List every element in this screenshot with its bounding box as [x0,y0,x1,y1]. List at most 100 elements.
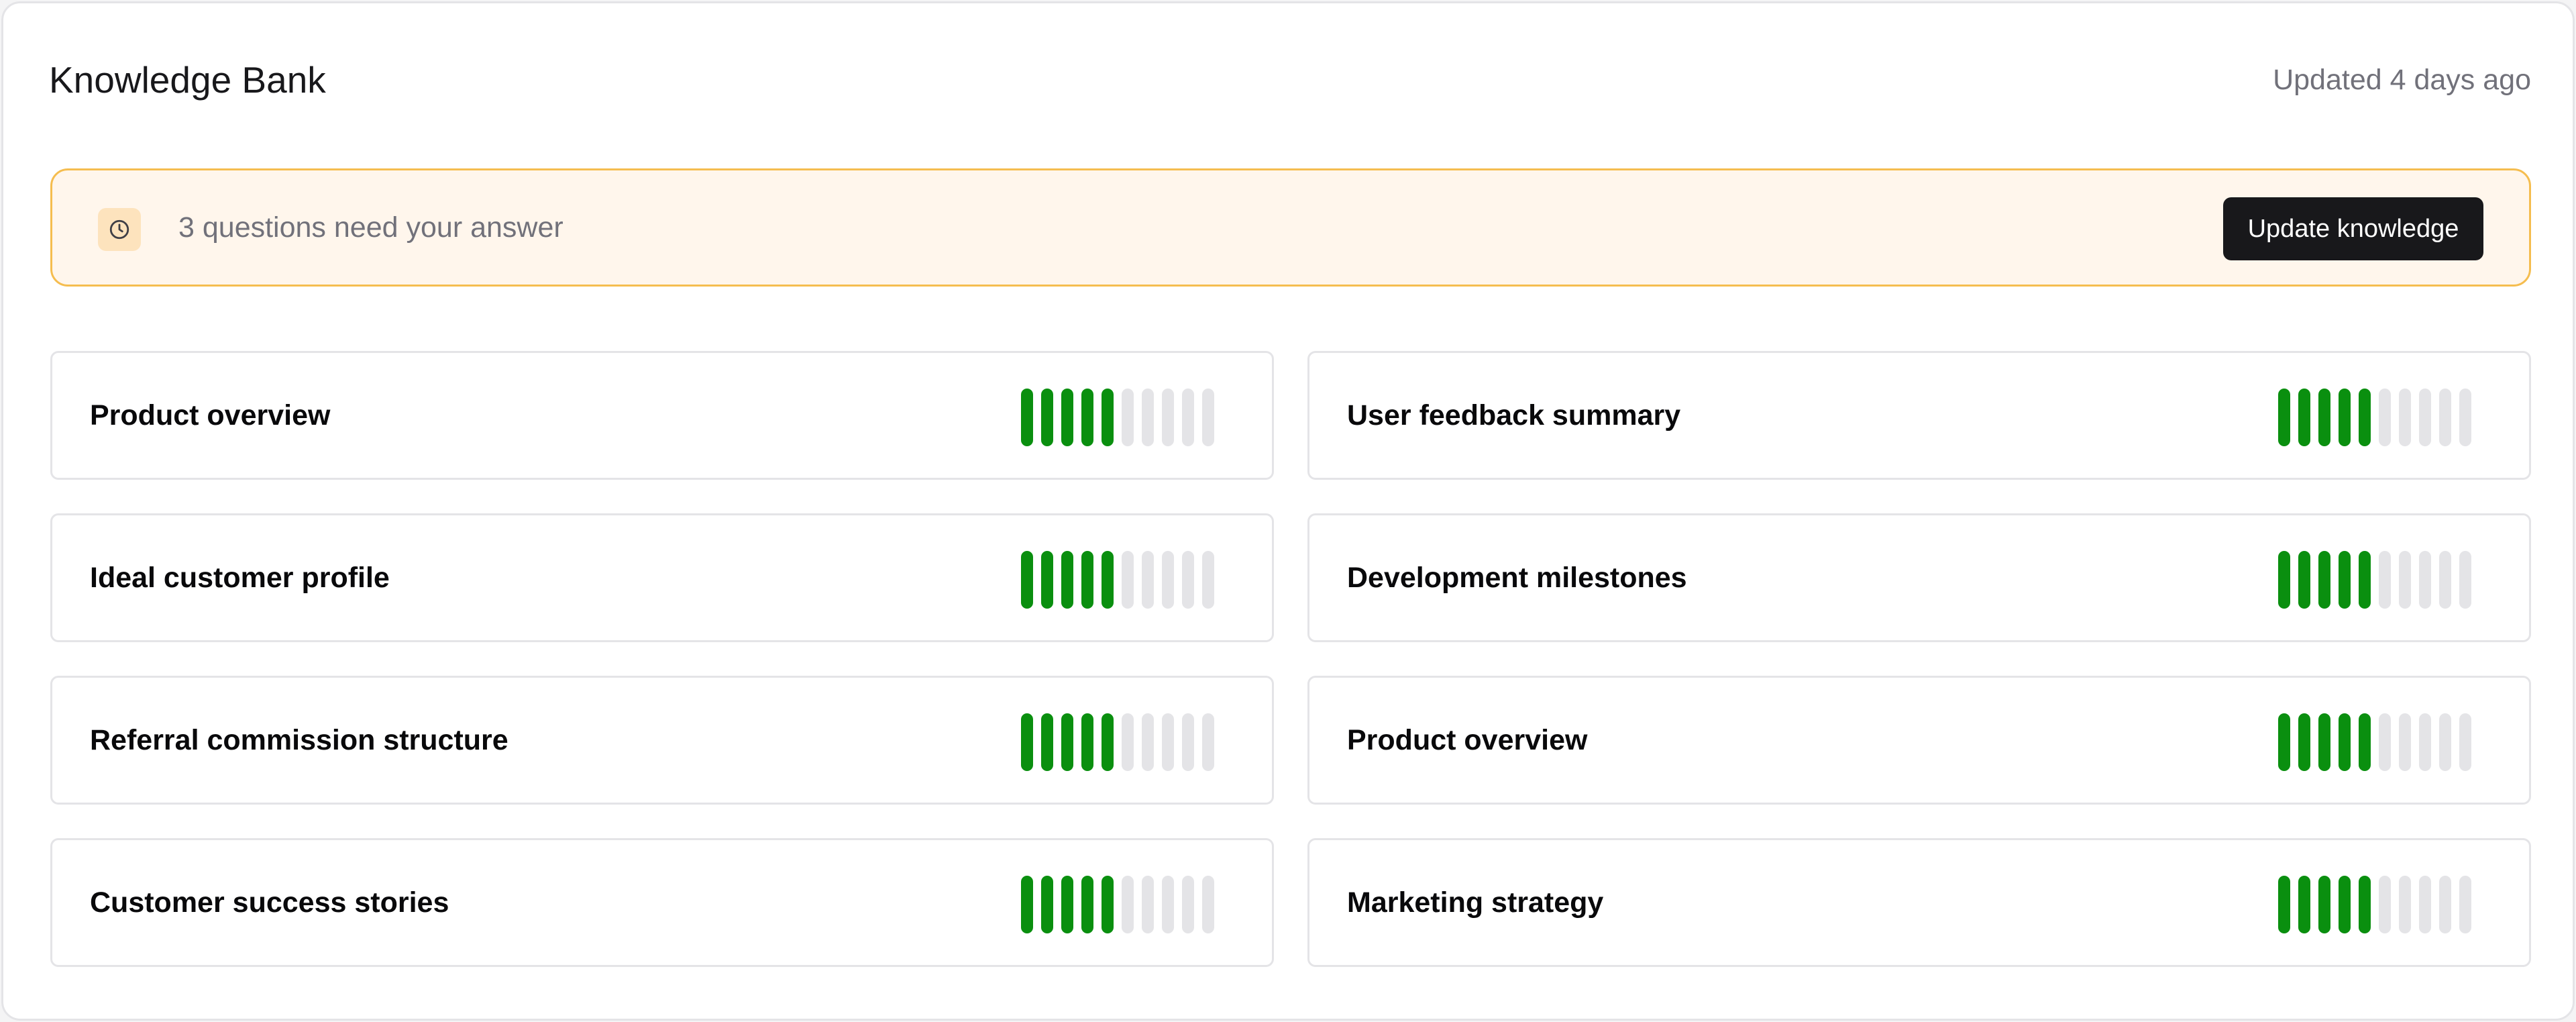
meter-segment-empty [1202,389,1214,446]
knowledge-item[interactable]: Customer success stories [50,838,1274,967]
meter-segment-filled [2359,876,2371,933]
meter-segment-filled [1081,389,1093,446]
meter-segment-empty [2379,551,2391,609]
meter-segment-filled [1061,551,1073,609]
update-knowledge-button[interactable]: Update knowledge [2223,197,2483,260]
meter-segment-empty [1182,876,1194,933]
meter-segment-empty [1162,713,1174,771]
meter-segment-empty [2439,713,2451,771]
meter-segment-filled [2318,551,2330,609]
meter-segment-empty [1122,551,1134,609]
knowledge-item[interactable]: Ideal customer profile [50,513,1274,642]
meter-segment-filled [2339,876,2351,933]
meter-segment-empty [1162,551,1174,609]
knowledge-item-label: User feedback summary [1347,399,1681,431]
meter-segment-empty [2379,876,2391,933]
knowledge-item[interactable]: Development milestones [1307,513,2531,642]
completeness-meter [2278,551,2471,609]
meter-segment-empty [1142,389,1154,446]
meter-segment-empty [2399,551,2411,609]
meter-segment-empty [2459,551,2471,609]
meter-segment-empty [2439,876,2451,933]
meter-segment-empty [1122,713,1134,771]
meter-segment-filled [1021,389,1033,446]
meter-segment-filled [2359,713,2371,771]
knowledge-item-label: Ideal customer profile [90,561,390,594]
meter-segment-filled [1102,713,1114,771]
meter-segment-empty [1122,876,1134,933]
meter-segment-empty [2419,713,2431,771]
knowledge-item[interactable]: Marketing strategy [1307,838,2531,967]
meter-segment-empty [1142,876,1154,933]
card-header: Knowledge Bank Updated 4 days ago [49,53,2531,107]
knowledge-item[interactable]: User feedback summary [1307,351,2531,480]
meter-segment-filled [2339,389,2351,446]
meter-segment-filled [2318,876,2330,933]
meter-segment-filled [2298,876,2310,933]
meter-segment-filled [1102,876,1114,933]
completeness-meter [2278,876,2471,933]
meter-segment-empty [1182,389,1194,446]
meter-segment-filled [1041,713,1053,771]
meter-segment-empty [1122,389,1134,446]
knowledge-item[interactable]: Referral commission structure [50,676,1274,805]
meter-segment-filled [2318,713,2330,771]
knowledge-item-label: Product overview [90,399,331,431]
updated-timestamp: Updated 4 days ago [2273,63,2531,96]
knowledge-bank-card: Knowledge Bank Updated 4 days ago 3 ques… [1,1,2575,1021]
meter-segment-empty [2419,389,2431,446]
meter-segment-empty [2399,389,2411,446]
meter-segment-empty [2419,551,2431,609]
meter-segment-filled [1021,551,1033,609]
meter-segment-filled [2339,551,2351,609]
meter-segment-empty [2439,389,2451,446]
meter-segment-empty [1182,551,1194,609]
meter-segment-empty [1162,876,1174,933]
knowledge-item-label: Referral commission structure [90,723,508,756]
banner-message: 3 questions need your answer [178,211,564,244]
meter-segment-empty [1202,713,1214,771]
meter-segment-filled [1102,389,1114,446]
meter-segment-empty [2379,713,2391,771]
completeness-meter [1021,876,1214,933]
pending-questions-banner: 3 questions need your answer Update know… [50,168,2531,287]
meter-segment-empty [1142,551,1154,609]
meter-segment-filled [1041,389,1053,446]
meter-segment-empty [2419,876,2431,933]
page-title: Knowledge Bank [49,59,326,101]
completeness-meter [2278,389,2471,446]
meter-segment-empty [1202,551,1214,609]
meter-segment-filled [2339,713,2351,771]
meter-segment-filled [1061,876,1073,933]
meter-segment-filled [2359,389,2371,446]
knowledge-item-label: Marketing strategy [1347,886,1604,919]
meter-segment-filled [2278,551,2290,609]
meter-segment-filled [1021,876,1033,933]
meter-segment-empty [2459,389,2471,446]
meter-segment-empty [2439,551,2451,609]
meter-segment-filled [1102,551,1114,609]
meter-segment-filled [2278,876,2290,933]
meter-segment-filled [2298,713,2310,771]
meter-segment-filled [1041,551,1053,609]
knowledge-item[interactable]: Product overview [1307,676,2531,805]
completeness-meter [1021,713,1214,771]
meter-segment-empty [2459,713,2471,771]
meter-segment-empty [1202,876,1214,933]
completeness-meter [2278,713,2471,771]
meter-segment-empty [2399,713,2411,771]
completeness-meter [1021,389,1214,446]
meter-segment-empty [2399,876,2411,933]
meter-segment-filled [1081,713,1093,771]
meter-segment-filled [1081,551,1093,609]
meter-segment-empty [2379,389,2391,446]
meter-segment-filled [1021,713,1033,771]
meter-segment-filled [2298,551,2310,609]
clock-icon [98,208,141,251]
knowledge-item[interactable]: Product overview [50,351,1274,480]
meter-segment-filled [2359,551,2371,609]
meter-segment-empty [1142,713,1154,771]
meter-segment-filled [2318,389,2330,446]
completeness-meter [1021,551,1214,609]
meter-segment-filled [1061,713,1073,771]
